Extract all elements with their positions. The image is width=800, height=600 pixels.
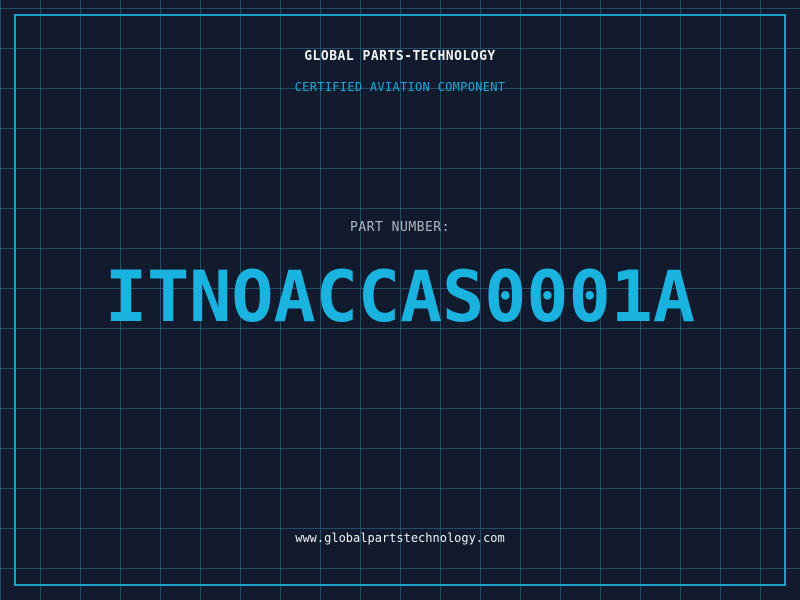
company-name: GLOBAL PARTS-TECHNOLOGY	[304, 49, 496, 64]
part-number-value: ITNOACCAS0001A	[104, 256, 695, 338]
grid-background: GLOBAL PARTS-TECHNOLOGY CERTIFIED AVIATI…	[0, 0, 800, 600]
part-number-label: PART NUMBER:	[350, 220, 450, 235]
website-url: www.globalpartstechnology.com	[295, 531, 505, 545]
certification-subtitle: CERTIFIED AVIATION COMPONENT	[294, 80, 506, 94]
